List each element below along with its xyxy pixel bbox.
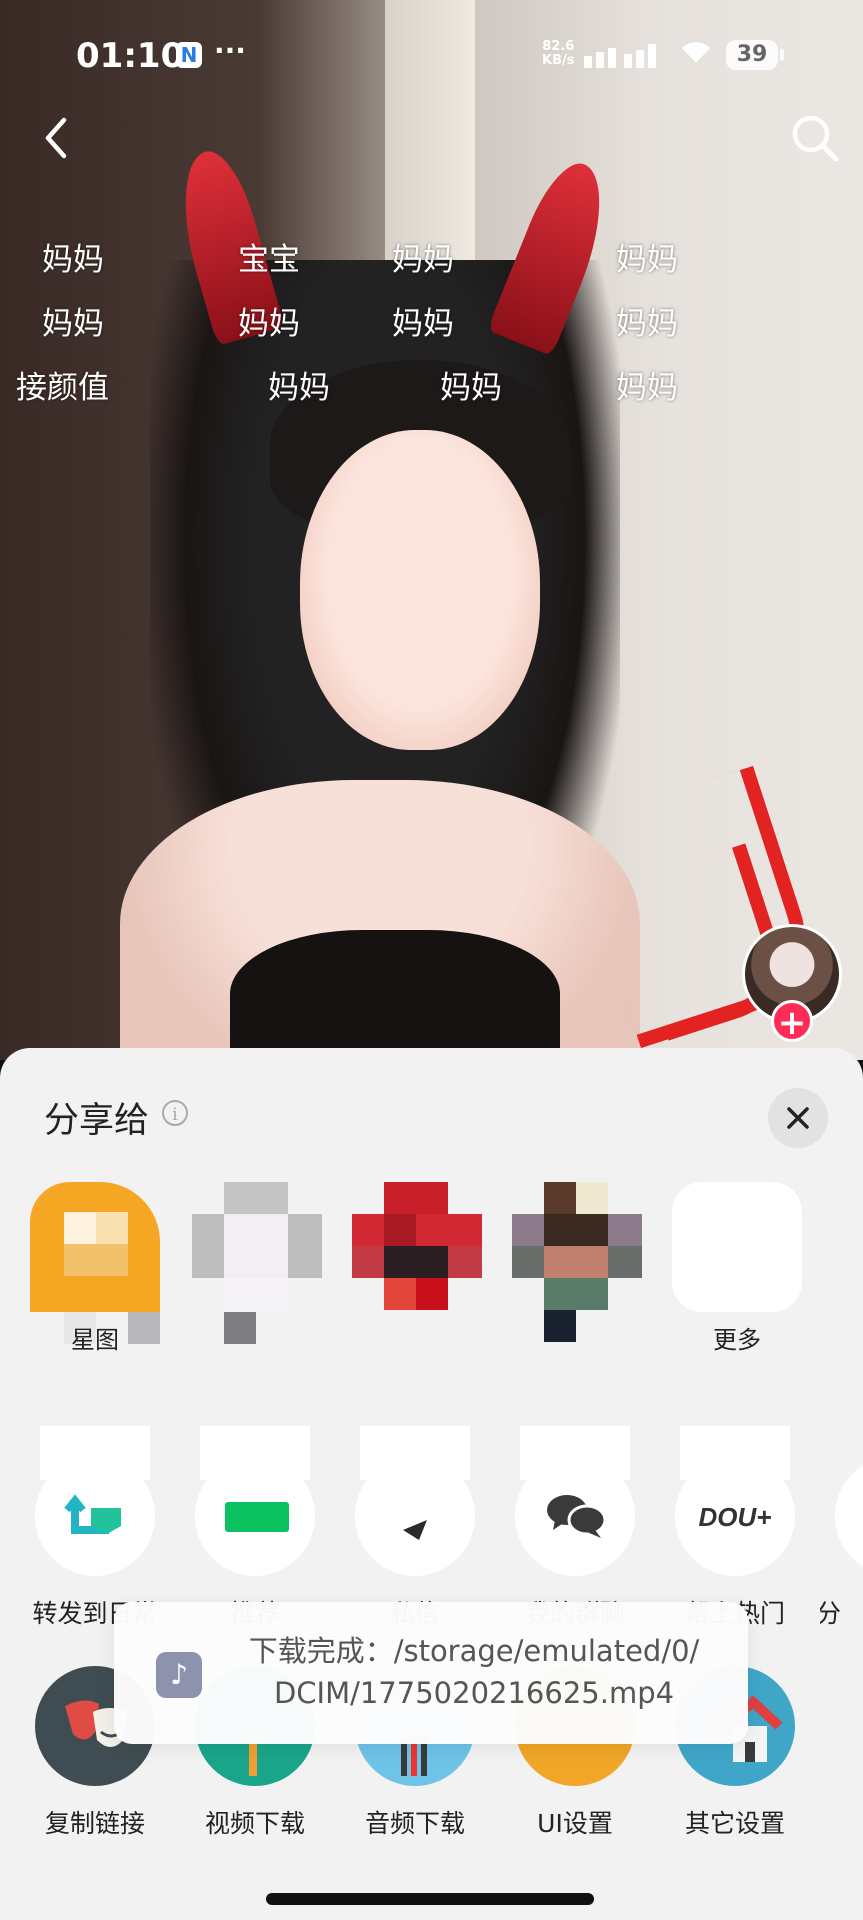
danmaku-comment: 宝宝 xyxy=(238,242,300,278)
action-label: 复制链接 xyxy=(44,1809,145,1838)
action-circle xyxy=(35,1456,155,1576)
contact-avatar-pixelated xyxy=(512,1182,642,1342)
music-note-icon: ♪ xyxy=(156,1652,202,1698)
chevron-left-icon xyxy=(45,117,67,159)
share-sheet: 分享给 i 星图 更多 转发到日常 DOU+ 分 复制链接 视频下载 音频下载 … xyxy=(0,1048,863,1920)
video-player[interactable] xyxy=(0,0,863,1060)
message-icon xyxy=(403,1520,427,1540)
network-speed: 82.6 KB/s xyxy=(542,40,574,68)
action-circle: DOU+ xyxy=(675,1456,795,1576)
action-circle xyxy=(195,1456,315,1576)
network-speed-value: 82.6 xyxy=(542,39,575,54)
notification-app-icon: N xyxy=(176,42,202,68)
contact-avatar-pixelated xyxy=(30,1182,160,1344)
recommend-icon xyxy=(225,1502,289,1532)
danmaku-comment: 妈妈 xyxy=(392,242,454,278)
status-time: 01:10 xyxy=(76,36,185,76)
more-contacts-button[interactable]: 更多 xyxy=(672,1182,802,1362)
danmaku-comment: 妈妈 xyxy=(238,306,300,342)
more-contacts-icon xyxy=(672,1182,802,1312)
video-scene-face xyxy=(300,430,540,750)
download-toast: ♪ 下载完成：/storage/emulated/0/ DCIM/1775020… xyxy=(114,1602,748,1744)
wifi-icon xyxy=(678,36,714,74)
contact-avatar-pixelated xyxy=(352,1182,482,1312)
search-button[interactable] xyxy=(788,110,844,166)
action-label: 音频下载 xyxy=(364,1809,465,1838)
battery-tip xyxy=(780,49,784,61)
action-circle xyxy=(515,1456,635,1576)
action-share-more[interactable]: 分 xyxy=(820,1456,863,1656)
toast-line-1: 下载完成：/storage/emulated/0/ xyxy=(248,1634,700,1668)
action-label: 其它设置 xyxy=(684,1809,785,1838)
home-indicator[interactable] xyxy=(266,1893,594,1905)
contact-avatar-pixelated xyxy=(192,1182,322,1344)
group-chat-icon xyxy=(547,1495,607,1538)
cellular-signal-icon xyxy=(584,40,670,68)
info-icon[interactable]: i xyxy=(162,1100,188,1126)
battery-icon: 39 xyxy=(726,40,778,70)
network-speed-unit: KB/s xyxy=(542,53,575,68)
svg-text:DOU+: DOU+ xyxy=(699,1502,772,1532)
contact-item[interactable]: 星图 xyxy=(30,1182,160,1362)
danmaku-comment: 妈妈 xyxy=(616,242,678,278)
contact-item[interactable] xyxy=(192,1182,322,1362)
close-icon xyxy=(787,1107,809,1129)
contact-name: 星图 xyxy=(71,1326,119,1354)
toast-message: 下载完成：/storage/emulated/0/ DCIM/177502021… xyxy=(234,1630,714,1714)
danmaku-comment: 妈妈 xyxy=(268,370,330,406)
close-button[interactable] xyxy=(768,1088,828,1148)
danmaku-comment: 接颜值 xyxy=(16,370,109,406)
contact-item[interactable] xyxy=(512,1182,642,1362)
danmaku-comment: 妈妈 xyxy=(616,370,678,406)
share-sheet-title: 分享给 xyxy=(44,1101,150,1141)
action-label: 分 xyxy=(820,1599,842,1628)
video-scene-dress xyxy=(230,930,560,1060)
toast-line-2: DCIM/1775020216625.mp4 xyxy=(273,1676,675,1710)
danmaku-comment: 妈妈 xyxy=(392,306,454,342)
contact-item[interactable] xyxy=(352,1182,482,1362)
danmaku-comment: 妈妈 xyxy=(42,242,104,278)
danmaku-comment: 妈妈 xyxy=(440,370,502,406)
action-circle xyxy=(355,1456,475,1576)
dou-plus-icon: DOU+ xyxy=(699,1502,772,1532)
action-circle xyxy=(835,1456,863,1576)
danmaku-comment: 妈妈 xyxy=(42,306,104,342)
search-icon xyxy=(792,115,839,162)
action-label: 视频下载 xyxy=(204,1809,305,1838)
status-bar: 01:10 N ··· 82.6 KB/s 39 xyxy=(0,0,863,110)
repost-icon xyxy=(64,1494,121,1534)
action-label: UI设置 xyxy=(537,1809,613,1838)
back-button[interactable] xyxy=(36,110,86,166)
danmaku-comment: 妈妈 xyxy=(616,306,678,342)
more-contacts-label: 更多 xyxy=(713,1326,761,1354)
follow-plus-icon[interactable]: + xyxy=(771,1000,813,1043)
more-notifications-icon: ··· xyxy=(214,34,246,67)
